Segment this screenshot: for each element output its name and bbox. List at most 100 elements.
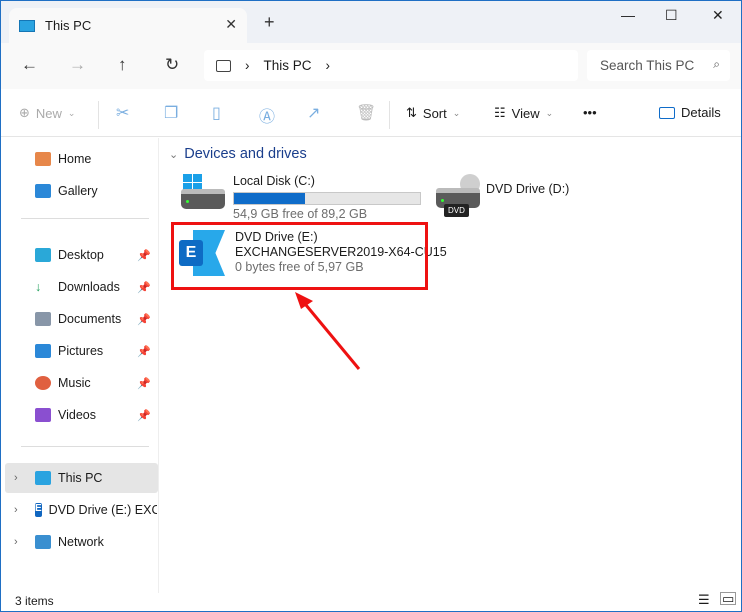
monitor-icon [19, 19, 35, 32]
drive-usage-bar [233, 192, 421, 205]
sidebar-item-label: Videos [58, 408, 96, 422]
sidebar-item-label: This PC [58, 471, 103, 485]
status-item-count: 3 items [15, 594, 54, 608]
chevron-right-icon[interactable]: › [14, 536, 18, 548]
sidebar-item-label: Pictures [58, 344, 104, 358]
home-icon [35, 152, 51, 166]
pin-icon[interactable]: 📌 [137, 281, 151, 294]
search-input[interactable]: Search This PC ⌕ [587, 50, 730, 81]
details-button[interactable]: Details [659, 105, 721, 120]
breadcrumb-this-pc[interactable]: This PC [264, 58, 312, 73]
group-header-devices[interactable]: ⌄ Devices and drives [169, 146, 307, 162]
drive-free-space: 54,9 GB free of 89,2 GB [233, 207, 368, 221]
sidebar-item-gallery[interactable]: Gallery [1, 176, 157, 206]
rename-icon[interactable]: Ⓐ [259, 103, 275, 127]
details-pane-icon [659, 106, 675, 119]
sidebar-item-documents[interactable]: Documents 📌 [1, 304, 157, 334]
drive-c[interactable]: Local Disk (C:) 54,9 GB free of 89,2 GB [181, 174, 421, 222]
back-button[interactable]: ← [21, 55, 38, 75]
new-button[interactable]: ⊕ New ⌄ [19, 105, 75, 121]
sidebar-item-label: Music [58, 376, 91, 390]
pin-icon[interactable]: 📌 [137, 409, 151, 422]
paste-icon[interactable]: ▯ [212, 103, 221, 123]
chevron-down-icon: ⌄ [169, 148, 179, 161]
close-button[interactable]: ✕ [712, 7, 724, 24]
pin-icon[interactable]: 📌 [137, 313, 151, 326]
new-tab-button[interactable]: + [264, 12, 275, 33]
search-placeholder: Search This PC [600, 58, 695, 73]
sidebar-item-label: Desktop [58, 248, 104, 262]
new-label: New [35, 105, 62, 121]
sidebar-item-desktop[interactable]: Desktop 📌 [1, 240, 157, 270]
pin-icon[interactable]: 📌 [137, 249, 151, 262]
title-bar: This PC ✕ + — ☐ ✕ [1, 1, 741, 43]
chevron-down-icon: ⌄ [67, 107, 76, 118]
sort-button[interactable]: ⇅ Sort ⌄ [406, 105, 460, 121]
command-bar: ⊕ New ⌄ ✂ ❐ ▯ Ⓐ ↗ 🗑 ⇅ Sort ⌄ ☷ View ⌄ ••• Deta… [1, 91, 741, 137]
divider [21, 218, 149, 219]
sidebar-item-label: Network [58, 535, 104, 549]
sidebar-item-label: DVD Drive (E:) EXCHANGESERVER2019-X64-CU… [48, 503, 157, 517]
up-button[interactable]: ↑ [118, 55, 127, 75]
highlight-box [171, 222, 428, 290]
details-view-icon[interactable]: ☰ [698, 592, 710, 608]
sidebar-item-pictures[interactable]: Pictures 📌 [1, 336, 157, 366]
documents-icon [35, 312, 51, 326]
delete-icon[interactable]: 🗑 [356, 103, 376, 123]
tab-label: This PC [45, 18, 92, 33]
drive-d[interactable]: DVD DVD Drive (D:) [436, 174, 569, 218]
drive-name: DVD Drive (D:) [486, 182, 570, 196]
download-icon: ↓ [35, 280, 42, 294]
network-icon [35, 535, 51, 549]
pin-icon[interactable]: 📌 [137, 377, 151, 390]
view-label: View [511, 105, 540, 121]
pin-icon[interactable]: 📌 [137, 345, 151, 358]
details-label: Details [681, 105, 721, 120]
minimize-button[interactable]: — [621, 7, 635, 23]
drive-name: Local Disk (C:) [233, 174, 315, 188]
view-button[interactable]: ☷ View ⌄ [494, 105, 553, 121]
share-icon[interactable]: ↗ [307, 103, 320, 123]
refresh-button[interactable]: ↻ [165, 55, 179, 75]
sort-icon: ⇅ [406, 105, 417, 120]
more-button[interactable]: ••• [583, 105, 597, 120]
chevron-right-icon: › [325, 58, 331, 73]
maximize-button[interactable]: ☐ [665, 7, 678, 24]
red-arrow-annotation [295, 292, 361, 370]
videos-icon [35, 408, 51, 422]
exchange-icon: E [35, 503, 42, 517]
sidebar-item-music[interactable]: Music 📌 [1, 368, 157, 398]
cut-icon[interactable]: ✂ [116, 103, 129, 123]
dvd-drive-icon: DVD [436, 174, 486, 218]
desktop-icon [35, 248, 51, 262]
file-explorer-window: This PC ✕ + — ☐ ✕ ← → ↑ ↻ › This PC › Se… [0, 0, 742, 612]
sidebar-item-videos[interactable]: Videos 📌 [1, 400, 157, 430]
sidebar-item-label: Documents [58, 312, 122, 326]
pictures-icon [35, 344, 51, 358]
sidebar-item-label: Home [58, 152, 92, 166]
sidebar-item-home[interactable]: Home [1, 144, 157, 174]
sidebar-item-network[interactable]: › Network [1, 527, 157, 557]
content-pane: ⌄ Devices and drives Local Disk (C:) 54,9… [161, 138, 741, 593]
sidebar-item-dvd-drive-e[interactable]: › E DVD Drive (E:) EXCHANGESERVER2019-X64-… [1, 495, 157, 525]
monitor-icon [216, 59, 231, 72]
music-icon [35, 376, 51, 390]
search-icon: ⌕ [709, 57, 720, 72]
navigation-pane: Home Gallery Desktop 📌 ↓ Downloads 📌 Docume… [1, 138, 159, 593]
chevron-right-icon[interactable]: › [14, 472, 18, 484]
dvd-badge: DVD [444, 204, 469, 217]
divider [389, 101, 390, 129]
address-bar[interactable]: › This PC › [204, 50, 578, 81]
sidebar-item-label: Downloads [58, 280, 120, 294]
sidebar-item-this-pc[interactable]: › This PC [5, 463, 158, 493]
gallery-icon [35, 184, 51, 198]
chevron-right-icon[interactable]: › [14, 504, 18, 516]
sort-label: Sort [422, 105, 447, 121]
sidebar-item-downloads[interactable]: ↓ Downloads 📌 [1, 272, 157, 302]
tiles-view-icon[interactable]: ▭ [720, 592, 737, 605]
close-tab-icon[interactable]: ✕ [225, 16, 237, 33]
forward-button[interactable]: → [69, 55, 86, 75]
plus-circle-icon: ⊕ [19, 105, 30, 120]
tab-this-pc[interactable]: This PC ✕ [9, 8, 247, 43]
copy-icon[interactable]: ❐ [164, 103, 178, 123]
